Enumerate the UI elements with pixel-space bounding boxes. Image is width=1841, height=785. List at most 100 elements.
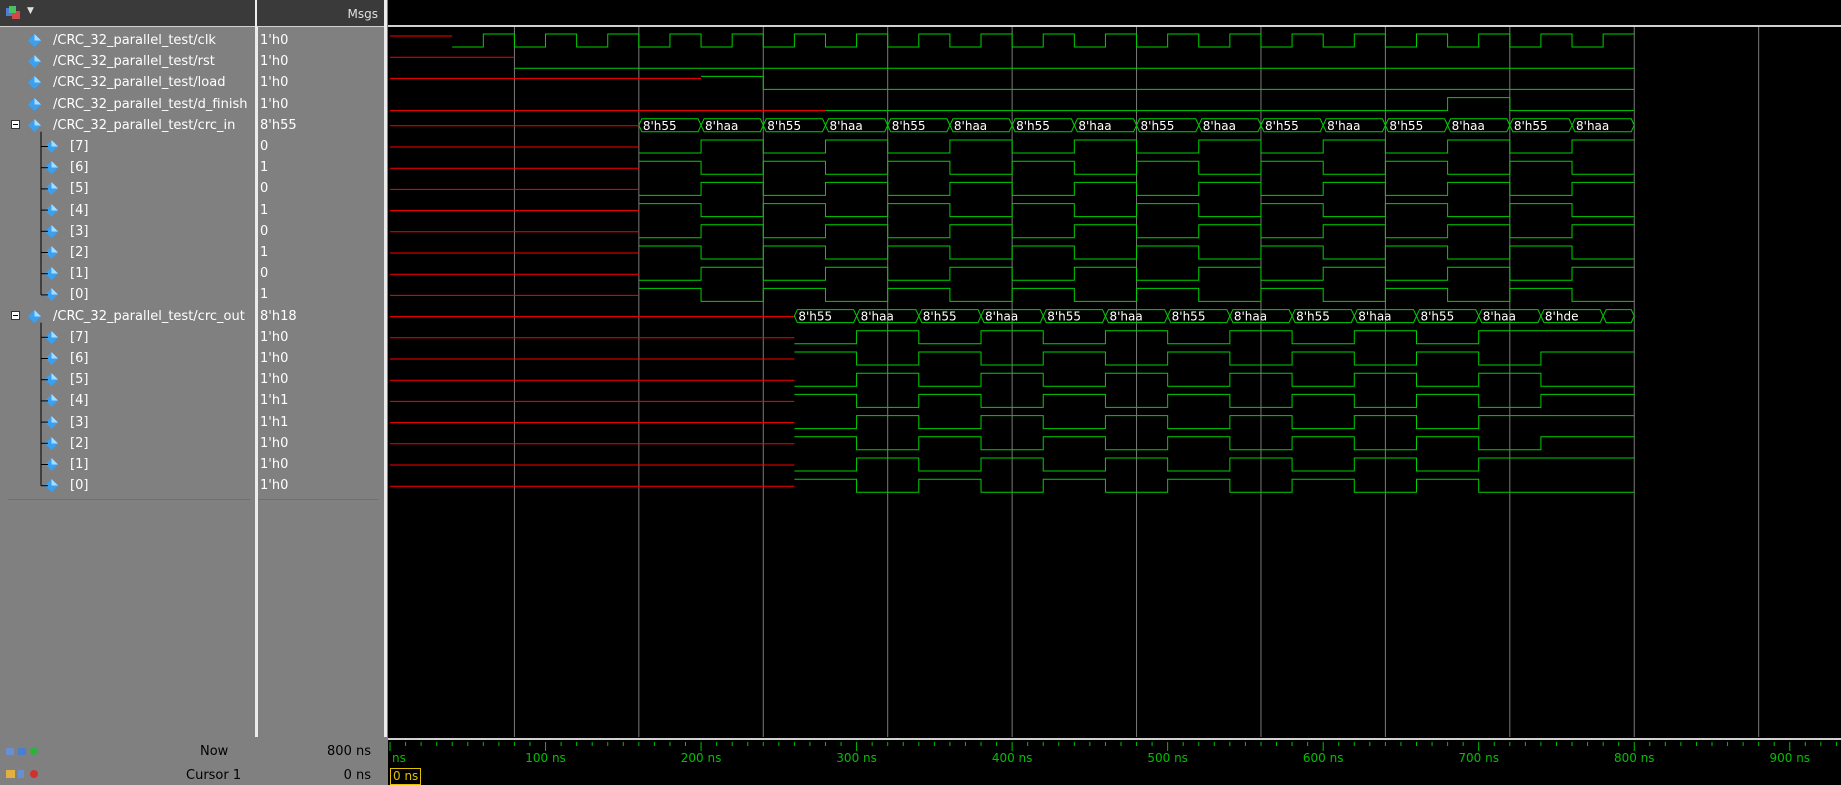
digital-wave	[794, 415, 1635, 430]
signal-value: 1'h0	[260, 435, 289, 451]
signal-bit-row[interactable]: [6]	[0, 348, 255, 369]
bus-value-label: 8'haa	[954, 119, 987, 133]
signal-value: 1'h0	[260, 54, 289, 70]
signal-value: 1'h0	[260, 351, 289, 366]
time-ruler-canvas[interactable]: ns 100 ns 200 ns 300 ns 400 ns 500 ns 600 ns 70…	[388, 737, 1841, 785]
signal-row[interactable]: /CRC_32_parallel_test/crc_out	[0, 306, 255, 327]
signal-diamond-icon	[45, 182, 58, 196]
signal-value: 1'h0	[260, 96, 289, 112]
signal-diamond-icon	[45, 246, 58, 259]
collapse-toggle-icon[interactable]	[11, 119, 20, 129]
signal-bit-row[interactable]: [5]	[0, 178, 255, 199]
bus-value-label: 8'haa	[1358, 310, 1391, 324]
signal-name: [2]	[70, 435, 89, 451]
signal-value: 1'h1	[260, 414, 289, 430]
signal-bit-row[interactable]: [4]	[0, 390, 255, 411]
signal-row[interactable]: /CRC_32_parallel_test/load	[0, 72, 255, 93]
signal-diamond-icon	[45, 479, 58, 493]
ruler-label: 300 ns	[836, 751, 877, 765]
bus-value-label: 8'haa	[985, 310, 1018, 324]
wave-window[interactable]: 8'h55 8'haa 8'h55 8'haa 8'h55 8'haa 8'h55 8'haa…	[388, 0, 1841, 740]
signal-bit-row[interactable]: [2]	[0, 433, 255, 454]
digital-wave	[794, 436, 1635, 451]
signal-name: [5]	[70, 372, 89, 388]
bus-value-label: 8'haa	[861, 310, 894, 324]
signal-diamond-icon	[28, 118, 41, 132]
time-ruler[interactable]: ns 100 ns 200 ns 300 ns 400 ns 500 ns 600 ns 70…	[388, 737, 1841, 785]
bus-value-label: 8'h55	[892, 119, 926, 133]
signal-bit-row[interactable]: [7]	[0, 327, 255, 348]
signal-value: 1	[260, 160, 269, 176]
bus-value-label: 8'h55	[1141, 119, 1175, 133]
cursor-label: Cursor 1	[186, 768, 242, 783]
signal-bit-row[interactable]: [4]	[0, 200, 255, 221]
digital-wave	[794, 393, 1635, 408]
signal-name: [4]	[70, 202, 89, 218]
signal-bit-row[interactable]: [3]	[0, 412, 255, 433]
msgs-label: Msgs	[347, 7, 378, 21]
signal-diamond-icon	[45, 330, 58, 344]
bus-value-label: 8'haa	[1483, 310, 1516, 324]
bus-value-label: 8'h55	[1047, 310, 1081, 324]
signal-diamond-icon	[28, 55, 41, 69]
signal-bit-row[interactable]: [6]	[0, 157, 255, 178]
digital-wave	[794, 351, 1635, 366]
ruler-label: 100 ns	[525, 751, 566, 765]
ruler-label: 400 ns	[992, 751, 1033, 765]
signal-diamond-icon	[45, 203, 58, 217]
footer-toolbar-icons[interactable]	[4, 744, 48, 784]
bus-value-label: 8'h55	[1389, 119, 1423, 133]
signal-value: 1'h0	[260, 329, 289, 345]
signal-diamond-icon	[45, 436, 58, 450]
digital-wave	[638, 287, 1635, 302]
name-column-header: ▼	[0, 0, 255, 27]
ruler-label: ns	[392, 751, 406, 765]
signal-name: /CRC_32_parallel_test/crc_in	[53, 117, 236, 133]
signal-row[interactable]: /CRC_32_parallel_test/rst	[0, 51, 255, 72]
ruler-label: 500 ns	[1147, 751, 1188, 765]
bus-value-label: 8'haa	[705, 119, 738, 133]
bus-value-label: 8'haa	[1327, 119, 1360, 133]
dropdown-arrow-icon[interactable]: ▼	[27, 6, 34, 16]
bus-value-label: 8'haa	[1234, 310, 1267, 324]
bus-value-label: 8'hde	[1545, 310, 1579, 324]
ruler-label: 900 ns	[1769, 751, 1810, 765]
bus-value-label: 8'haa	[1452, 119, 1485, 133]
signal-value: 8'h55	[260, 117, 297, 133]
signal-value: 1'h1	[260, 393, 289, 409]
digital-wave	[638, 245, 1635, 260]
signal-row[interactable]: /CRC_32_parallel_test/d_finish	[0, 94, 255, 115]
signal-bit-row[interactable]: [1]	[0, 263, 255, 284]
signal-name: /CRC_32_parallel_test/d_finish	[53, 96, 248, 112]
wave-tool-icon[interactable]	[5, 5, 23, 20]
signal-name: [1]	[70, 457, 89, 472]
bus-value-label: 8'h55	[1172, 310, 1206, 324]
signal-bit-row[interactable]: [2]	[0, 242, 255, 263]
msgs-column-header: Msgs	[257, 0, 384, 27]
signal-bit-row[interactable]: [0]	[0, 284, 255, 305]
digital-wave	[638, 266, 1635, 281]
collapse-toggle-icon[interactable]	[11, 310, 20, 320]
pane-splitter-1[interactable]	[255, 0, 258, 785]
signal-bit-row[interactable]: [0]	[0, 475, 255, 496]
bus-segment	[1602, 309, 1635, 324]
signal-bit-row[interactable]: [7]	[0, 136, 255, 157]
signal-value: 1'h0	[260, 372, 289, 388]
signal-row[interactable]: /CRC_32_parallel_test/crc_in	[0, 115, 255, 136]
cursor-time-box[interactable]: 0 ns	[390, 768, 422, 785]
bus-value-label: 8'h55	[1265, 119, 1299, 133]
signal-bit-row[interactable]: [1]	[0, 454, 255, 475]
signal-diamond-icon	[28, 309, 41, 323]
pane-splitter-2[interactable]	[384, 0, 387, 785]
bus-value-label: 8'h55	[798, 310, 832, 324]
signal-bit-row[interactable]: [3]	[0, 221, 255, 242]
signal-row[interactable]: /CRC_32_parallel_test/clk	[0, 30, 255, 51]
signal-bit-row[interactable]: [5]	[0, 369, 255, 390]
signal-diamond-icon	[28, 76, 41, 90]
signal-value: 1'h0	[260, 33, 289, 48]
signal-diamond-icon	[28, 97, 41, 111]
bus-value-label: 8'h55	[643, 119, 677, 133]
waveform-canvas[interactable]: 8'h55 8'haa 8'h55 8'haa 8'h55 8'haa 8'h55 8'haa…	[388, 0, 1841, 740]
signal-value: 0	[260, 266, 269, 282]
signal-value: 1'h0	[260, 478, 289, 494]
